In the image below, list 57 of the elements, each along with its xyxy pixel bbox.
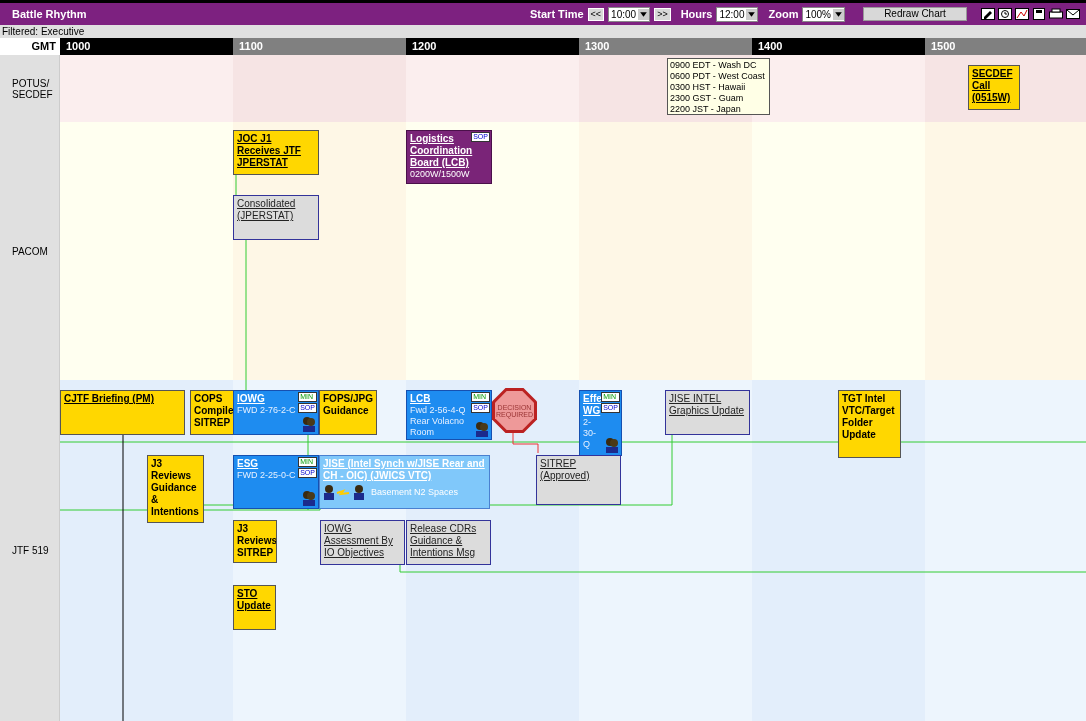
next-button[interactable]: >>: [654, 7, 671, 21]
start-time-label: Start Time: [530, 8, 584, 20]
event-title: IOWG Assessment By IO Objectives: [324, 523, 394, 559]
hour-header: 1200: [406, 38, 579, 55]
event-title: COPS Compile SITREP: [194, 393, 233, 429]
event-card[interactable]: TGT Intel VTC/Target Folder Update: [838, 390, 901, 458]
event-detail: Fwd 2-56-4-Q Rear Volacno Room: [410, 405, 467, 438]
zoom-label: Zoom: [768, 8, 799, 20]
hour-header: 1000: [60, 38, 233, 55]
hour-header: 1100: [233, 38, 406, 55]
filter-label: Filtered: Executive: [0, 25, 1086, 38]
event-card[interactable]: SECDEF Call (0515W): [968, 65, 1020, 110]
event-title: STO Update: [237, 588, 272, 612]
lane-label: JTF 519: [12, 545, 50, 556]
event-title: JOC J1 Receives JTF JPERSTAT: [237, 133, 302, 169]
event-detail: FWD 2-25-0-C: [237, 470, 296, 481]
event-card[interactable]: Consolidated (JPERSTAT): [233, 195, 319, 240]
event-detail: 2-30- Q: [583, 417, 597, 450]
event-title: SECDEF Call (0515W): [972, 68, 1014, 104]
event-card[interactable]: JISE INTEL Graphics Update: [665, 390, 750, 435]
lane-label: PACOM: [12, 245, 49, 257]
event-detail: Basement N2 Spaces: [371, 486, 459, 498]
event-title: IOWG: [237, 393, 265, 405]
event-card[interactable]: FOPS/JPG Guidance: [319, 390, 377, 435]
time-zone-note: 0900 EDT - Wash DC 0600 PDT - West Coast 0300 HST - Hawaii 2300 GST - Guam 2200 JST - Japan: [667, 58, 770, 115]
event-title: JISE INTEL Graphics Update: [669, 393, 746, 417]
event-card[interactable]: COPS Compile SITREP: [190, 390, 234, 435]
event-title: Release CDRs Guidance & Intentions Msg: [410, 523, 478, 559]
event-title: LCB: [410, 393, 431, 405]
event-title: Consolidated (JPERSTAT): [237, 198, 297, 222]
event-card[interactable]: CJTF Briefing (PM): [60, 390, 185, 435]
lane-label: POTUS/ SECDEF: [12, 77, 52, 100]
event-title: ESG: [237, 458, 259, 470]
start-time-select[interactable]: 10:00: [608, 6, 651, 22]
window-title: Battle Rhythm: [12, 8, 87, 20]
event-title: Logistics Coordination Board (LCB): [410, 133, 473, 169]
event-detail: FWD 2-76-2-C: [237, 405, 296, 416]
event-card[interactable]: IOWG Assessment By IO Objectives: [320, 520, 405, 565]
zoom-select[interactable]: 100%: [802, 6, 845, 22]
event-title: TGT Intel VTC/Target Folder Update: [842, 393, 896, 441]
hour-header: 1400: [752, 38, 925, 55]
event-title: CJTF Briefing (PM): [64, 393, 154, 405]
redraw-chart-button[interactable]: Redraw Chart: [863, 7, 967, 21]
event-title: JISE (Intel Synch w/JISE Rear and CH - OIC) (JWICS VTC): [323, 458, 486, 482]
event-detail: 0200W/1500W: [410, 169, 470, 180]
hour-header: 1300: [579, 38, 752, 55]
event-title: SITREP (Approved): [540, 458, 591, 482]
event-title: FOPS/JPG Guidance: [323, 393, 373, 417]
hours-label: Hours: [680, 8, 713, 20]
event-card[interactable]: SITREP (Approved): [536, 455, 621, 505]
event-card[interactable]: Release CDRs Guidance & Intentions Msg: [406, 520, 491, 565]
hours-select[interactable]: 12:00: [716, 6, 759, 22]
previous-button[interactable]: <<: [587, 7, 605, 21]
event-card[interactable]: JOC J1 Receives JTF JPERSTAT: [233, 130, 319, 175]
event-title: Effe WG: [583, 393, 603, 417]
hour-header: 1500: [925, 38, 1086, 55]
event-card[interactable]: STO Update: [233, 585, 276, 630]
